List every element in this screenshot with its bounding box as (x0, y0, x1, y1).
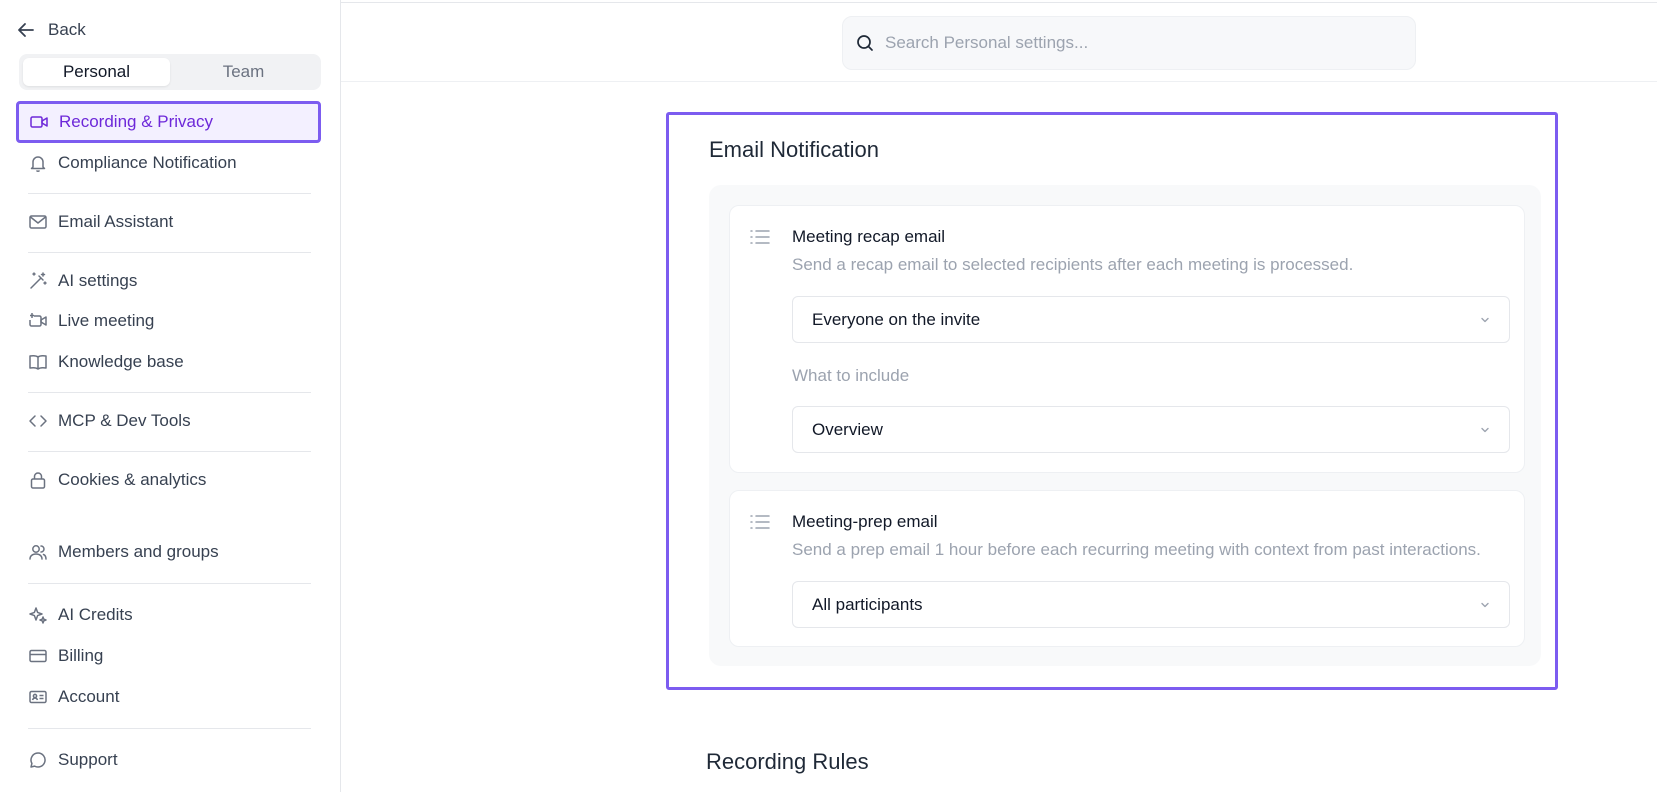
drag-handle-icon[interactable] (749, 513, 771, 531)
recording-rules-title: Recording Rules (706, 749, 869, 774)
sidebar-divider (28, 193, 311, 194)
tab-personal[interactable]: Personal (23, 58, 170, 86)
email-notification-section: Email Notification Meeting recap email S… (666, 112, 1558, 690)
sidebar-item-label: Recording & Privacy (59, 112, 214, 131)
live-video-icon (28, 311, 48, 331)
sidebar-divider (28, 728, 311, 729)
video-icon (29, 112, 49, 132)
sidebar-item-label: Knowledge base (58, 352, 184, 371)
sidebar-item-label: Cookies & analytics (58, 470, 207, 489)
users-icon (28, 542, 48, 562)
card-title: Meeting-prep email (792, 512, 938, 531)
sidebar-item-recording-privacy[interactable]: Recording & Privacy (16, 101, 321, 143)
sidebar-divider (28, 451, 311, 452)
sidebar-item-label: AI Credits (58, 605, 133, 624)
sidebar-item-live-meeting[interactable]: Live meeting (19, 302, 321, 340)
chevron-down-icon (1481, 317, 1489, 323)
chevron-down-icon (1481, 602, 1489, 608)
sidebar-item-label: Billing (58, 646, 104, 665)
prep-recipients-select[interactable]: All participants (792, 581, 1510, 628)
sparkle-icon (28, 605, 48, 625)
sidebar-item-label: Compliance Notification (58, 153, 237, 172)
section-title: Email Notification (709, 137, 879, 162)
chevron-down-icon (1481, 427, 1489, 433)
select-value: Overview (812, 419, 883, 439)
sidebar-item-label: Support (58, 750, 118, 769)
lock-icon (28, 470, 48, 490)
top-border (341, 2, 1657, 3)
back-label: Back (48, 20, 86, 39)
card-title: Meeting recap email (792, 227, 946, 246)
id-card-icon (28, 687, 48, 707)
book-icon (28, 352, 48, 372)
recap-include-select[interactable]: Overview (792, 406, 1510, 453)
drag-handle-icon[interactable] (749, 228, 771, 246)
sidebar-divider (28, 583, 311, 584)
sidebar-item-label: Account (58, 687, 120, 706)
sidebar-item-label: Email Assistant (58, 212, 174, 231)
tab-team[interactable]: Team (170, 58, 317, 86)
back-button[interactable]: Back (16, 18, 86, 42)
sidebar-item-label: Live meeting (58, 311, 155, 330)
sidebar-item-knowledge-base[interactable]: Knowledge base (19, 343, 321, 381)
credit-card-icon (28, 646, 48, 666)
chat-icon (28, 750, 48, 770)
select-value: All participants (812, 594, 923, 614)
sidebar-item-support[interactable]: Support (19, 741, 321, 779)
sidebar-item-label: AI settings (58, 271, 138, 290)
settings-app: Back Personal Team Recording & Privacy C… (0, 0, 1657, 792)
recap-recipients-select[interactable]: Everyone on the invite (792, 296, 1510, 343)
magic-wand-icon (28, 271, 48, 291)
include-label: What to include (792, 366, 910, 385)
sidebar-item-billing[interactable]: Billing (19, 637, 321, 675)
sidebar-item-mcp-dev-tools[interactable]: MCP & Dev Tools (19, 402, 321, 440)
meeting-recap-card: Meeting recap email Send a recap email t… (729, 205, 1525, 473)
sidebar-item-compliance-notification[interactable]: Compliance Notification (19, 144, 321, 182)
scope-toggle: Personal Team (19, 54, 321, 90)
sidebar-item-cookies-analytics[interactable]: Cookies & analytics (19, 461, 321, 499)
sidebar-item-account[interactable]: Account (19, 678, 321, 716)
header-divider (341, 81, 1657, 82)
sidebar-divider (28, 392, 311, 393)
sidebar-divider (28, 252, 311, 253)
search-icon (857, 35, 873, 51)
sidebar-item-email-assistant[interactable]: Email Assistant (19, 203, 321, 241)
settings-sidebar: Back Personal Team Recording & Privacy C… (0, 0, 341, 792)
card-description: Send a recap email to selected recipient… (792, 255, 1354, 274)
arrow-left-icon (18, 23, 34, 37)
card-description: Send a prep email 1 hour before each rec… (792, 540, 1481, 559)
bell-icon (28, 153, 48, 173)
sidebar-item-ai-credits[interactable]: AI Credits (19, 596, 321, 634)
sidebar-item-label: MCP & Dev Tools (58, 411, 191, 430)
search-input[interactable] (885, 33, 1385, 53)
search-bar[interactable] (842, 16, 1416, 70)
sidebar-item-members-groups[interactable]: Members and groups (19, 533, 321, 571)
code-icon (28, 411, 48, 431)
mail-icon (28, 212, 48, 232)
meeting-prep-card: Meeting-prep email Send a prep email 1 h… (729, 490, 1525, 647)
select-value: Everyone on the invite (812, 309, 981, 329)
sidebar-item-label: Members and groups (58, 542, 219, 561)
email-cards-container: Meeting recap email Send a recap email t… (709, 185, 1541, 666)
sidebar-item-ai-settings[interactable]: AI settings (19, 262, 321, 300)
